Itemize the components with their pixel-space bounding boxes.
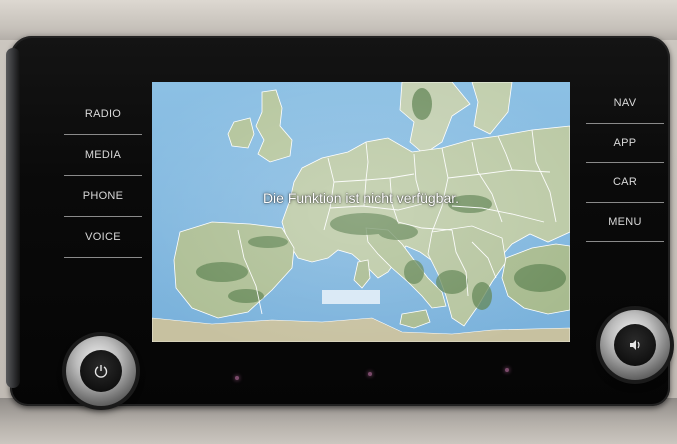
media-button[interactable]: MEDIA bbox=[64, 135, 142, 176]
bezel-side-trim bbox=[6, 48, 20, 388]
nav-button[interactable]: NAV bbox=[586, 84, 664, 124]
status-indicator-light bbox=[235, 376, 239, 380]
light-reflection bbox=[322, 290, 380, 304]
status-indicator-light bbox=[368, 372, 372, 376]
dashboard-top bbox=[0, 0, 677, 40]
status-indicator-light bbox=[505, 368, 509, 372]
right-softkey-column: NAV APP CAR MENU bbox=[586, 84, 664, 242]
car-button[interactable]: CAR bbox=[586, 163, 664, 203]
europe-map[interactable] bbox=[152, 82, 570, 342]
radio-button[interactable]: RADIO bbox=[64, 94, 142, 135]
touch-screen[interactable]: Die Funktion ist nicht verfügbar. bbox=[152, 82, 570, 342]
voice-button[interactable]: VOICE bbox=[64, 217, 142, 258]
infotainment-scene: RADIO MEDIA PHONE VOICE NAV APP CAR MENU bbox=[0, 0, 677, 444]
app-button[interactable]: APP bbox=[586, 124, 664, 163]
power-knob[interactable] bbox=[66, 336, 136, 406]
left-softkey-column: RADIO MEDIA PHONE VOICE bbox=[64, 94, 142, 258]
volume-knob[interactable] bbox=[600, 310, 670, 380]
function-unavailable-message: Die Funktion ist nicht verfügbar. bbox=[262, 190, 460, 206]
volume-icon bbox=[614, 324, 656, 366]
menu-button[interactable]: MENU bbox=[586, 203, 664, 242]
phone-button[interactable]: PHONE bbox=[64, 176, 142, 217]
power-icon bbox=[80, 350, 122, 392]
